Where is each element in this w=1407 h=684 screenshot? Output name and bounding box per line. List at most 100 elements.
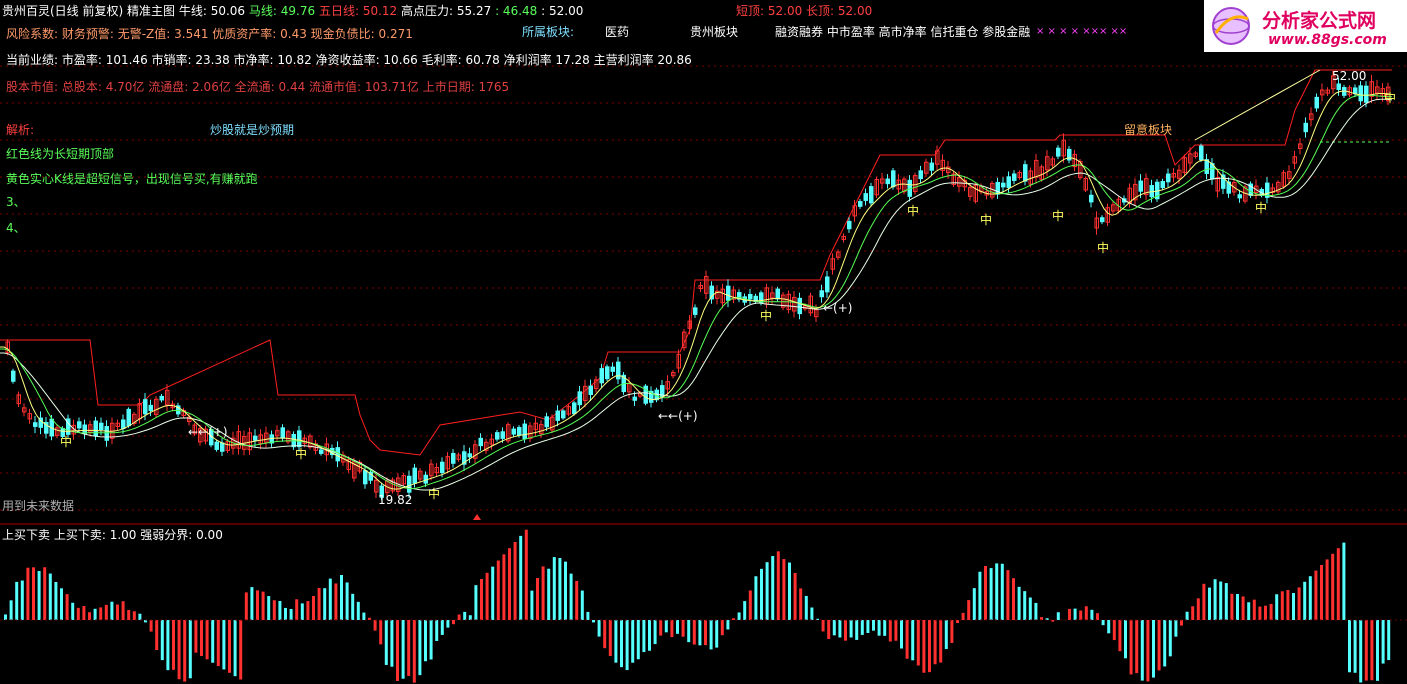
gaodian-value: 55.27 <box>456 4 492 18</box>
analysis-line-1: 红色线为长短期顶部 <box>6 147 115 161</box>
mid-marker: 中 <box>1255 201 1268 215</box>
candle-body <box>33 422 38 427</box>
histogram-bar <box>239 620 243 680</box>
histogram-bar <box>256 590 259 620</box>
mid-marker: 中 <box>980 213 993 227</box>
histogram-bar <box>1068 608 1071 620</box>
header-bar: 贵州百灵(日线 前复权) 精准主图 牛线: 50.06 马线: 49.76 五日… <box>2 3 583 19</box>
histogram-bar <box>536 577 539 620</box>
ma-value: 49.76 <box>280 4 316 18</box>
mid-marker: 中 <box>1384 91 1397 105</box>
histogram-bar <box>480 579 483 620</box>
candle-body <box>1336 83 1341 90</box>
histogram-bar <box>524 529 528 620</box>
histogram-bar <box>782 559 786 620</box>
analysis-line-4: 4、 <box>6 221 26 235</box>
histogram-bar <box>351 593 355 620</box>
histogram-bar <box>166 620 170 671</box>
histogram-bar <box>429 620 433 660</box>
current-time-marker <box>473 514 481 520</box>
niu-label: 牛线: <box>178 4 207 18</box>
extra-value-2: : 52.00 <box>541 4 584 18</box>
histogram-bar <box>306 601 310 620</box>
histogram-bar <box>65 594 69 620</box>
histogram-bar <box>972 588 976 620</box>
histogram-bar <box>872 620 875 631</box>
chart-canvas[interactable] <box>0 0 1407 684</box>
candle-body <box>869 186 874 204</box>
histogram-bar <box>4 614 7 620</box>
histogram-bar <box>362 612 366 620</box>
candle-body <box>726 285 731 301</box>
histogram-bar <box>760 568 763 620</box>
page-title: 贵州百灵(日线 前复权) 精准主图 <box>2 4 175 18</box>
sector-item-2[interactable]: 贵州板块 <box>690 24 738 40</box>
histogram-bar <box>300 603 304 620</box>
histogram-bar <box>424 620 427 662</box>
candle-body <box>929 162 934 171</box>
candle-body <box>588 385 593 395</box>
risk-line: 风险系数: 财务预警: 无警-Z值: 3.541 优质资产率: 0.43 现金负… <box>6 27 413 41</box>
histogram-bar <box>900 620 903 649</box>
candle-body <box>1012 173 1017 181</box>
candle-body <box>555 410 560 421</box>
histogram-bar <box>547 568 551 620</box>
histogram-bar <box>720 620 724 636</box>
candle-body <box>1138 180 1143 192</box>
histogram-bar <box>1196 598 1200 620</box>
histogram-bar <box>944 620 948 650</box>
histogram-bar <box>205 620 209 660</box>
histogram-bar <box>1320 565 1323 620</box>
histogram-bar <box>446 620 450 628</box>
candle-body <box>99 422 104 431</box>
candle-body <box>1166 173 1171 183</box>
histogram-bar <box>1084 606 1088 620</box>
histogram-bar <box>15 581 19 620</box>
histogram-bar <box>530 590 534 620</box>
histogram-bar <box>155 620 159 651</box>
histogram-bar <box>261 591 265 620</box>
sector-item-3[interactable]: 融资融券 中市盈率 高市净率 信托重仓 参股金融 <box>775 24 1030 40</box>
histogram-bar <box>1157 620 1161 671</box>
histogram-bar <box>692 620 696 645</box>
candle-body <box>847 220 852 230</box>
histogram-bar <box>1118 620 1122 652</box>
mid-marker: 中 <box>907 204 920 218</box>
signal-mark-2: ←←(+) <box>658 409 698 423</box>
histogram-bar <box>558 557 562 620</box>
histogram-bar <box>1247 602 1251 620</box>
candle-body <box>478 437 483 447</box>
sector-item-1[interactable]: 医药 <box>605 24 629 40</box>
histogram-bar <box>401 620 405 679</box>
candle-body <box>1006 176 1011 188</box>
histogram-bar <box>9 600 13 620</box>
histogram-bar <box>452 620 455 625</box>
histogram-bar <box>228 620 231 673</box>
histogram-bar <box>1297 587 1301 620</box>
histogram-bar <box>345 582 349 620</box>
histogram-bar <box>844 620 847 641</box>
histogram-bar <box>642 620 646 653</box>
histogram-bar <box>99 607 103 620</box>
histogram-bar <box>681 620 685 637</box>
analysis-line-2: 黄色实心K线是超短信号，出现信号买,有赚就跑 <box>6 172 258 186</box>
histogram-bar <box>838 620 842 638</box>
histogram-bar <box>1336 548 1340 620</box>
candle-body <box>891 170 896 188</box>
histogram-bar <box>1325 559 1329 620</box>
candle-body <box>544 416 549 428</box>
candle-body <box>1100 217 1105 223</box>
histogram-bar <box>922 620 926 673</box>
candle-body <box>214 441 219 450</box>
sub-panel-header: 上买下卖 上买下卖: 1.00 强弱分界: 0.00 <box>2 527 223 543</box>
histogram-bar <box>340 575 343 620</box>
histogram-bar <box>564 561 567 620</box>
histogram-bar <box>603 620 607 649</box>
histogram-bar <box>788 562 791 620</box>
candle-body <box>104 426 109 441</box>
histogram-bar <box>1107 620 1111 634</box>
histogram-bar <box>1112 620 1116 641</box>
histogram-bar <box>1236 594 1239 620</box>
watch-sector-label: 留意板块 <box>1124 123 1173 137</box>
histogram-bar <box>1224 583 1228 620</box>
